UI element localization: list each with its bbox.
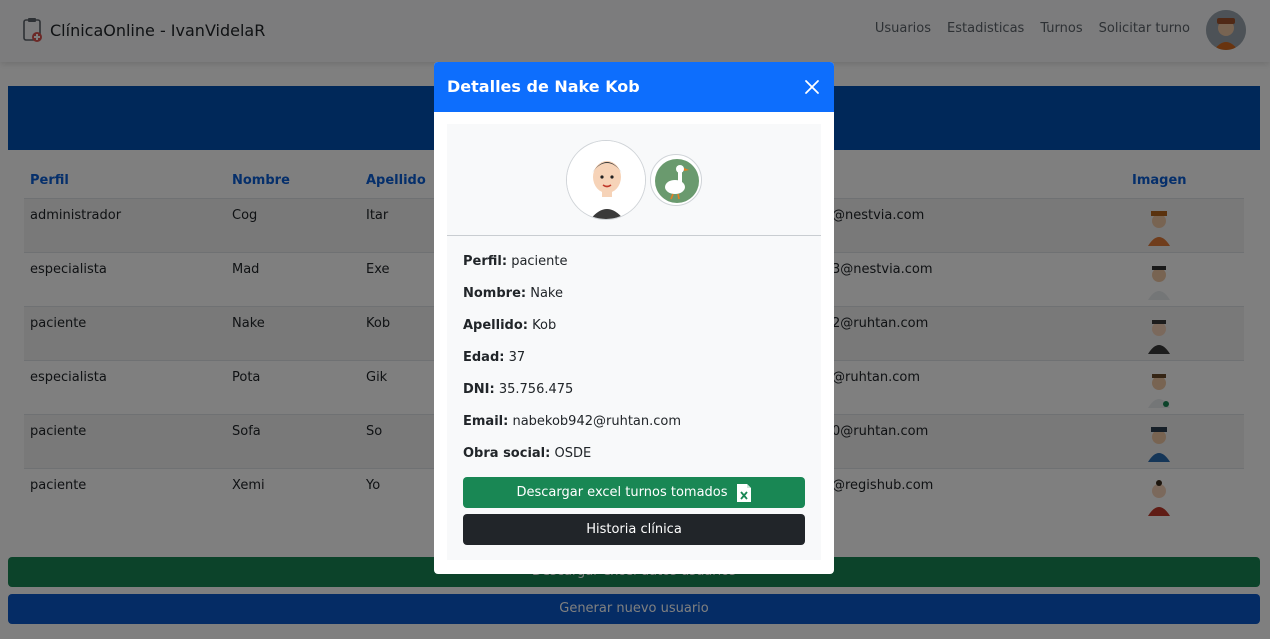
profile-image-main <box>566 140 646 220</box>
detail-label: Obra social: <box>463 446 551 461</box>
download-turnos-excel-button[interactable]: Descargar excel turnos tomados <box>463 477 805 508</box>
historia-clinica-label: Historia clínica <box>586 522 682 537</box>
detail-value: 35.756.475 <box>498 382 574 397</box>
detail-value: nabekob942@ruhtan.com <box>512 414 682 429</box>
detail-perfil: Perfil: paciente <box>463 254 681 286</box>
detail-label: DNI: <box>463 382 495 397</box>
goose-icon <box>655 159 699 203</box>
detail-label: Nombre: <box>463 286 527 301</box>
detail-dni: DNI: 35.756.475 <box>463 382 681 414</box>
detail-edad: Edad: 37 <box>463 350 681 382</box>
user-details-modal: Detalles de Nake Kob Perfil: paciente No… <box>434 62 834 574</box>
detail-apellido: Apellido: Kob <box>463 318 681 350</box>
excel-file-icon <box>736 483 751 502</box>
user-details: Perfil: paciente Nombre: Nake Apellido: … <box>463 254 681 478</box>
woman-avatar-icon <box>567 141 645 219</box>
detail-label: Edad: <box>463 350 505 365</box>
detail-value: Kob <box>532 318 557 333</box>
historia-clinica-button[interactable]: Historia clínica <box>463 514 805 545</box>
detail-email: Email: nabekob942@ruhtan.com <box>463 414 681 446</box>
modal-title: Detalles de Nake Kob <box>447 77 640 96</box>
detail-label: Perfil: <box>463 254 508 269</box>
detail-label: Email: <box>463 414 509 429</box>
modal-header: Detalles de Nake Kob <box>434 62 834 112</box>
detail-value: OSDE <box>554 446 592 461</box>
download-turnos-excel-label: Descargar excel turnos tomados <box>516 485 728 500</box>
detail-value: paciente <box>511 254 568 269</box>
detail-value: Nake <box>530 286 563 301</box>
modal-body: Perfil: paciente Nombre: Nake Apellido: … <box>447 124 821 560</box>
detail-value: 37 <box>508 350 526 365</box>
avatar-section <box>447 124 821 236</box>
profile-image-secondary <box>650 154 702 206</box>
close-icon[interactable] <box>802 77 822 97</box>
detail-obra-social: Obra social: OSDE <box>463 446 681 478</box>
detail-label: Apellido: <box>463 318 528 333</box>
detail-nombre: Nombre: Nake <box>463 286 681 318</box>
